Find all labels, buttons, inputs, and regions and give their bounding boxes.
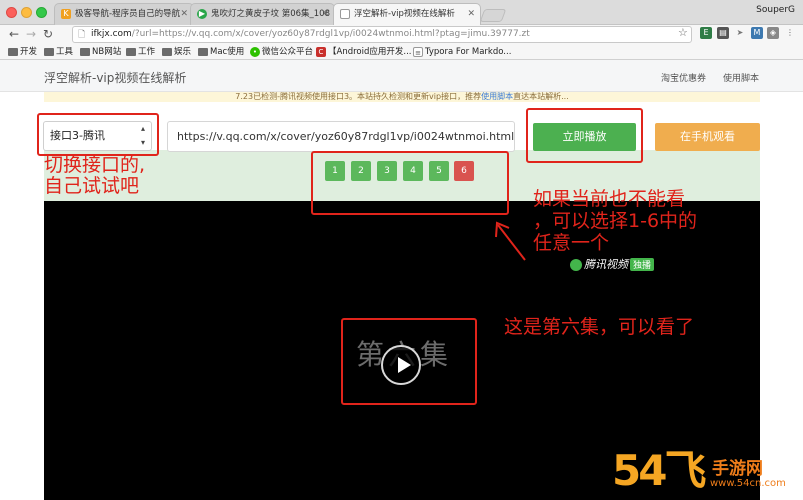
watch-on-phone-button[interactable]: 在手机观看 — [655, 123, 760, 151]
new-tab-button[interactable] — [479, 9, 507, 22]
extension-puzzle-icon[interactable]: ◈ — [767, 27, 779, 39]
tencent-leaf-icon — [570, 259, 582, 271]
video-logo-text: 腾讯视频 — [584, 258, 628, 271]
tab-close-icon[interactable]: ✕ — [321, 4, 329, 24]
page-info-icon[interactable]: 🗋 — [78, 28, 85, 42]
site-watermark-logo: 54飞 手游网 www.54cn.com — [612, 448, 802, 500]
bookmark-typora[interactable]: ≡ Typora For Markdo... — [413, 45, 511, 59]
bookmark-label: Typora For Markdo... — [425, 47, 512, 57]
bookmark-entertainment[interactable]: 娱乐 — [162, 45, 191, 59]
watermark-cn: 手游网 — [712, 459, 763, 479]
window-minimize-button[interactable] — [21, 7, 32, 18]
page-favicon-icon — [340, 9, 350, 19]
bookmark-label: 开发 — [20, 47, 38, 57]
folder-icon — [44, 48, 54, 56]
reload-icon[interactable]: ↻ — [43, 26, 53, 42]
bookmark-wechat[interactable]: • 微信公众平台 — [250, 45, 313, 59]
address-bar[interactable]: 🗋 ifkjx.com/?url=https://v.qq.com/x/cove… — [72, 26, 692, 43]
bookmark-dev[interactable]: 开发 — [8, 45, 37, 59]
bookmark-tools[interactable]: 工具 — [44, 45, 73, 59]
tab-title: 鬼吹灯之黄皮子坟 第06集_108 — [211, 9, 330, 19]
annotation-arrow-icon — [495, 221, 526, 261]
extension-send-icon[interactable]: ➤ — [734, 27, 746, 39]
annotation-switch-interface: 切换接口的, 自己试试吧 — [44, 155, 145, 197]
bookmark-nb-sites[interactable]: NB网站 — [80, 45, 121, 59]
annotation-line: 如果当前也不能看 — [533, 188, 686, 210]
tab-title: 浮空解析-vip视频在线解析 — [354, 9, 455, 19]
nav-use-script[interactable]: 使用脚本 — [723, 71, 759, 84]
back-arrow-icon[interactable]: ← — [9, 26, 19, 42]
play-favicon-icon: ▶ — [197, 9, 207, 19]
bookmark-work[interactable]: 工作 — [126, 45, 155, 59]
extension-reader-icon[interactable]: ▤ — [717, 27, 729, 39]
exclusive-badge: 独播 — [630, 258, 655, 271]
tab-fukong-parser[interactable]: 浮空解析-vip视频在线解析 ✕ — [333, 3, 481, 25]
extension-m-icon[interactable]: M — [751, 27, 763, 39]
tab-close-icon[interactable]: ✕ — [180, 4, 188, 24]
bookmark-label: NB网站 — [92, 47, 122, 57]
notice-script-link[interactable]: 使用脚本 — [481, 92, 513, 101]
document-icon: ≡ — [413, 47, 423, 57]
annotation-line: 任意一个 — [533, 232, 610, 254]
bookmark-label: 工具 — [56, 47, 74, 57]
bookmark-mac[interactable]: Mac使用 — [198, 45, 244, 59]
folder-icon — [8, 48, 18, 56]
address-host: ifkjx.com — [91, 29, 132, 39]
video-url-input[interactable]: https://v.qq.com/x/cover/yoz60y87rdgl1vp… — [167, 121, 515, 152]
nav-taobao-coupons[interactable]: 淘宝优惠券 — [661, 71, 706, 84]
extension-evernote-icon[interactable]: E — [700, 27, 712, 39]
bookmarks-bar: 开发 工具 NB网站 工作 娱乐 Mac使用 • 微信公众平台 C 【Android… — [0, 44, 803, 60]
tab-title: 极客导航-程序员自己的导航 — [75, 9, 181, 19]
forward-arrow-icon[interactable]: → — [26, 26, 36, 42]
csdn-c-icon: C — [316, 47, 326, 57]
annotation-line: 切换接口的, — [44, 154, 146, 176]
annotation-box-video-title — [341, 318, 477, 405]
geek-favicon-icon: K — [61, 9, 71, 19]
folder-icon — [162, 48, 172, 56]
bookmark-star-icon[interactable]: ☆ — [678, 26, 688, 39]
browser-titlebar: K 极客导航-程序员自己的导航 ✕ ▶ 鬼吹灯之黄皮子坟 第06集_108 ✕ … — [0, 0, 803, 25]
folder-icon — [126, 48, 136, 56]
tab-geek-nav[interactable]: K 极客导航-程序员自己的导航 ✕ — [54, 3, 194, 25]
annotation-box-play — [526, 108, 643, 163]
watermark-url: www.54cn.com — [710, 478, 786, 489]
notice-text: 7.23已检测-腾讯视频使用接口3。本站持久检测和更新vip接口，推荐 — [235, 92, 482, 101]
bookmark-label: Mac使用 — [210, 47, 245, 57]
tab-close-icon[interactable]: ✕ — [467, 4, 475, 24]
notice-text-tail: 直达本站解析... — [513, 92, 569, 101]
annotation-box-interface — [37, 113, 159, 156]
annotation-episode-six: 这是第六集，可以看了 — [504, 316, 695, 338]
bookmark-label: 工作 — [138, 47, 156, 57]
folder-icon — [80, 48, 90, 56]
bookmark-label: 【Android应用开发... — [328, 47, 412, 57]
site-brand[interactable]: 浮空解析-vip视频在线解析 — [44, 69, 186, 86]
tab-video-episode[interactable]: ▶ 鬼吹灯之黄皮子坟 第06集_108 ✕ — [190, 3, 335, 25]
bookmark-android-dev[interactable]: C 【Android应用开发... — [316, 45, 411, 59]
address-path: /?url=https://v.qq.com/x/cover/yoz60y87r… — [131, 29, 530, 39]
annotation-box-episodes — [311, 151, 509, 215]
bookmark-label: 娱乐 — [174, 47, 192, 57]
profile-name[interactable]: SouperG — [756, 5, 795, 15]
site-header: 浮空解析-vip视频在线解析 淘宝优惠券 使用脚本 — [0, 60, 803, 92]
menu-icon[interactable]: ⋮ — [784, 27, 796, 39]
notice-banner: 7.23已检测-腾讯视频使用接口3。本站持久检测和更新vip接口，推荐使用脚本直… — [44, 92, 760, 102]
watermark-big: 54飞 — [612, 446, 706, 495]
window-zoom-button[interactable] — [36, 7, 47, 18]
annotation-choose-episode: 如果当前也不能看 ，可以选择1-6中的 任意一个 — [533, 188, 697, 254]
bookmark-label: 微信公众平台 — [262, 47, 314, 57]
window-close-button[interactable] — [6, 7, 17, 18]
wechat-icon: • — [250, 47, 260, 57]
folder-icon — [198, 48, 208, 56]
annotation-line: 自己试试吧 — [44, 175, 140, 197]
annotation-line: ，可以选择1-6中的 — [533, 210, 698, 232]
tencent-video-logo: 腾讯视频 独播 — [570, 256, 655, 272]
